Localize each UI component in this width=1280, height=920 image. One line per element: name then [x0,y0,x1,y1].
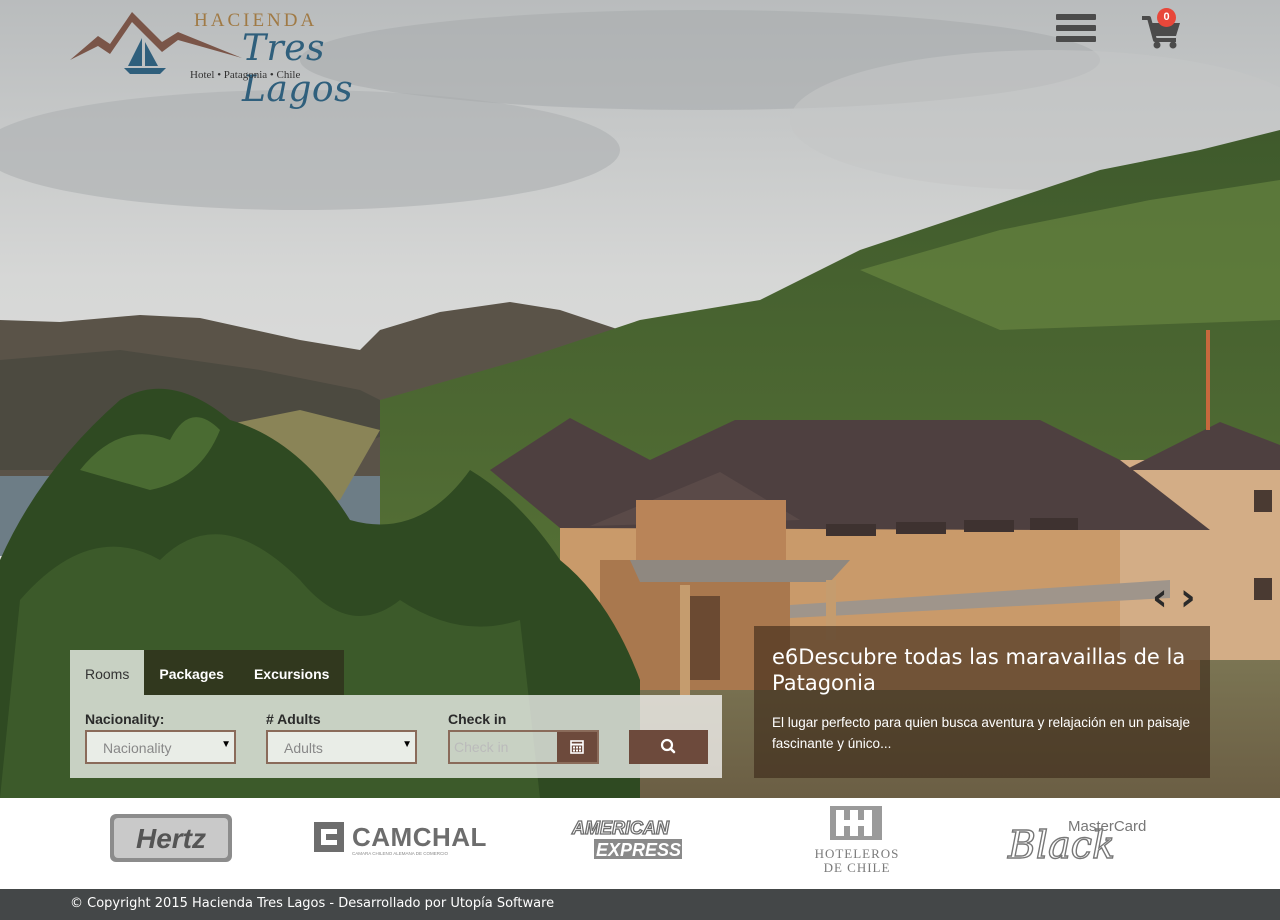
site-footer: © Copyright 2015 Hacienda Tres Lagos - D… [0,889,1280,920]
slide-caption: e6Descubre todas las maravaillas de la P… [754,626,1210,778]
booking-form: Nacionality: Nacionality ▼ # Adults Adul… [70,695,722,778]
checkin-date-picker [448,730,599,764]
chevron-right-icon[interactable]: › [1180,578,1208,616]
hertz-logo-text: Hertz [136,823,206,854]
black-script-text: Black [1007,823,1115,867]
calendar-button[interactable] [557,732,597,762]
slide-title: e6Descubre todas las maravaillas de la P… [772,645,1186,695]
adults-value: Adults [284,740,323,756]
hoteleros-line1: HOTELEROS [815,846,900,861]
hoteleros-line2: DE CHILE [824,860,891,875]
menu-bar [1056,14,1096,20]
caret-down-icon: ▼ [221,739,231,750]
menu-bar [1056,25,1096,31]
adults-label: # Adults [266,711,321,727]
partners-strip: Hertz CAMCHAL CAMARA CHILENO ALEMANA DE … [0,798,1280,889]
adults-select[interactable]: Adults ▼ [266,730,417,764]
checkin-input[interactable] [450,732,560,762]
search-button[interactable] [629,730,708,764]
nationality-label: Nacionality: [85,711,165,727]
camchal-subtext: CAMARA CHILENO ALEMANA DE COMERCIO [352,851,449,856]
menu-bar [1056,36,1096,42]
booking-tabs: Rooms Packages Excursions [70,650,345,695]
tab-packages[interactable]: Packages [144,650,239,695]
amex-line2: EXPRESS [596,840,681,860]
hero-slider: HACIENDA Tres Lagos Hotel • Patagonia • … [0,0,1280,798]
partner-logo-hoteleros-de-chile[interactable]: HOTELEROS DE CHILE [814,798,900,889]
brand-tagline: Hotel • Patagonia • Chile [190,69,301,81]
partner-logo-camchal[interactable]: CAMCHAL CAMARA CHILENO ALEMANA DE COMERC… [312,798,488,889]
adults-field: # Adults Adults ▼ [266,711,417,764]
calendar-icon [570,740,584,754]
booking-widget: Rooms Packages Excursions Nacionality: N… [70,650,722,778]
caret-down-icon: ▼ [402,739,412,750]
partner-logo-mastercard-black[interactable]: MasterCard Black [1004,798,1164,889]
cart-count-badge: 0 [1157,8,1176,27]
nationality-select[interactable]: Nacionality ▼ [85,730,236,764]
slider-controls: ‹ › [1152,578,1212,616]
checkin-label: Check in [448,711,507,727]
search-icon [660,738,676,754]
hamburger-menu-icon[interactable] [1056,14,1098,46]
amex-line1: AMERICAN [571,818,670,838]
nationality-field: Nacionality: Nacionality ▼ [85,711,236,764]
nationality-value: Nacionality [103,740,172,756]
checkin-field: Check in [448,711,599,764]
slide-text: El lugar perfecto para quien busca avent… [772,715,1191,751]
partner-logo-american-express[interactable]: AMERICAN EXPRESS [570,798,686,889]
brand-logo[interactable]: HACIENDA Tres Lagos Hotel • Patagonia • … [70,8,430,110]
chevron-left-icon[interactable]: ‹ [1152,578,1180,616]
cart-button[interactable]: 0 [1140,8,1184,50]
camchal-logo-text: CAMCHAL [352,822,487,852]
tab-rooms[interactable]: Rooms [70,650,145,695]
tab-excursions[interactable]: Excursions [238,650,345,695]
copyright-text: © Copyright 2015 Hacienda Tres Lagos - D… [70,896,555,911]
partner-logo-hertz[interactable]: Hertz [108,798,234,889]
